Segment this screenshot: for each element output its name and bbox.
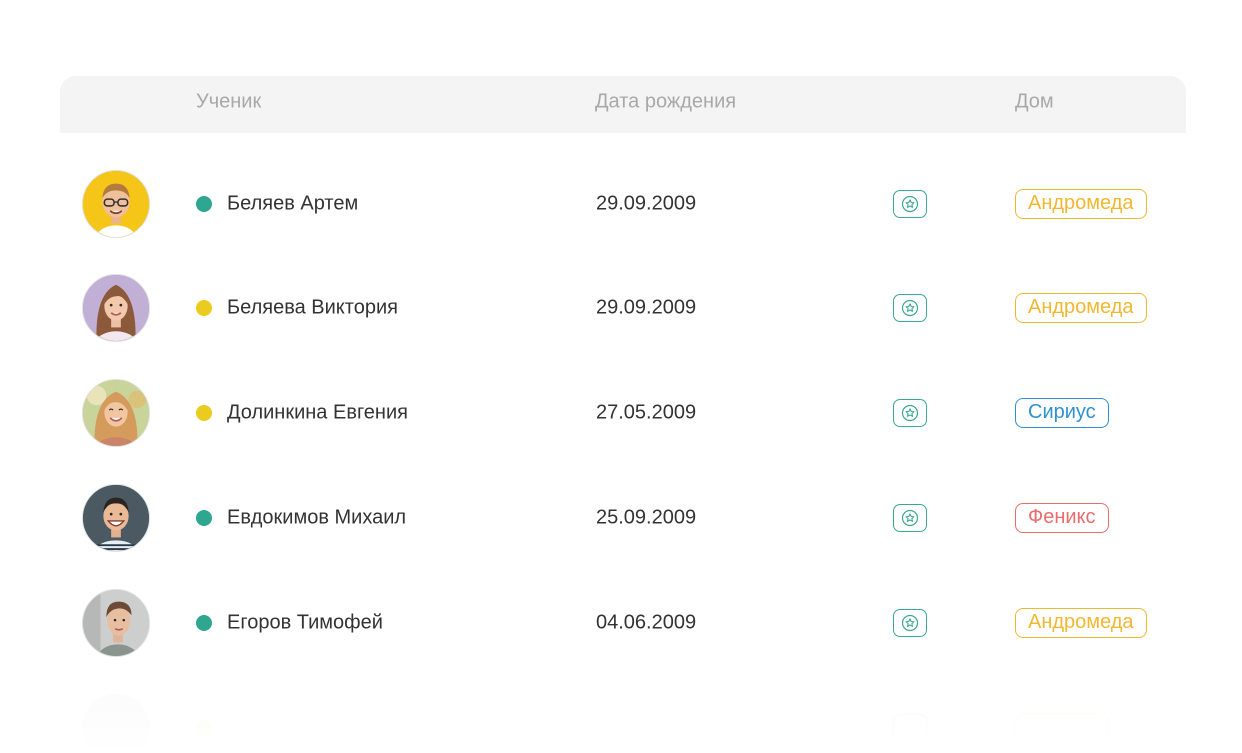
birth-date: 27.05.2009 [596,401,697,424]
avatar[interactable] [82,274,150,342]
avatar[interactable] [82,484,150,552]
star-button[interactable] [893,399,927,427]
star-button[interactable] [893,294,927,322]
star-icon [901,509,919,527]
star-button[interactable] [893,504,927,532]
birth-date: 25.09.2009 [596,506,697,529]
avatar [82,694,150,753]
avatar[interactable] [82,589,150,657]
birth-date: 29.09.2009 [596,192,697,215]
student-name[interactable]: Беляева Виктория [227,297,398,320]
star-button [893,714,927,742]
avatar-image [83,590,149,656]
avatar[interactable] [82,170,150,238]
birth-date: 29.09.2009 [596,296,697,319]
student-name[interactable]: Егоров Тимофей [227,612,383,635]
house-badge[interactable]: Сириус [1015,398,1109,428]
star-icon [901,404,919,422]
status-dot [196,720,212,736]
table-row-faded [0,676,1242,753]
table-row[interactable]: Долинкина Евгения 27.05.2009 Сириус [0,361,1242,465]
column-header-birth-date[interactable]: Дата рождения [595,91,736,114]
table-row[interactable]: Егоров Тимофей 04.06.2009 Андромеда [0,571,1242,675]
avatar-image [83,380,149,446]
birth-date: 04.06.2009 [596,611,697,634]
house-badge[interactable]: Андромеда [1015,608,1147,638]
status-dot [196,510,212,526]
status-dot [196,300,212,316]
star-icon [901,614,919,632]
table-row[interactable]: Беляев Артем 29.09.2009 Андромеда [0,152,1242,256]
star-button[interactable] [893,190,927,218]
table-row[interactable]: Евдокимов Михаил 25.09.2009 Феникс [0,466,1242,570]
star-icon [901,299,919,317]
column-header-student[interactable]: Ученик [196,91,261,114]
table-header: Ученик Дата рождения Дом [60,76,1186,133]
status-dot [196,615,212,631]
star-icon [901,195,919,213]
house-badge[interactable]: Феникс [1015,503,1109,533]
table-row[interactable]: Беляева Виктория 29.09.2009 Андромеда [0,256,1242,360]
house-badge [1015,713,1109,743]
avatar-image [83,485,149,551]
avatar-image [83,171,149,237]
column-header-house[interactable]: Дом [1015,91,1054,114]
student-name[interactable]: Беляев Артем [227,193,358,216]
student-name[interactable]: Евдокимов Михаил [227,507,406,530]
star-button[interactable] [893,609,927,637]
student-name[interactable]: Долинкина Евгения [227,402,408,425]
students-table: Ученик Дата рождения Дом Беляев Артем 29… [0,0,1242,753]
status-dot [196,405,212,421]
avatar[interactable] [82,379,150,447]
house-badge[interactable]: Андромеда [1015,189,1147,219]
status-dot [196,196,212,212]
house-badge[interactable]: Андромеда [1015,293,1147,323]
avatar-image [83,275,149,341]
